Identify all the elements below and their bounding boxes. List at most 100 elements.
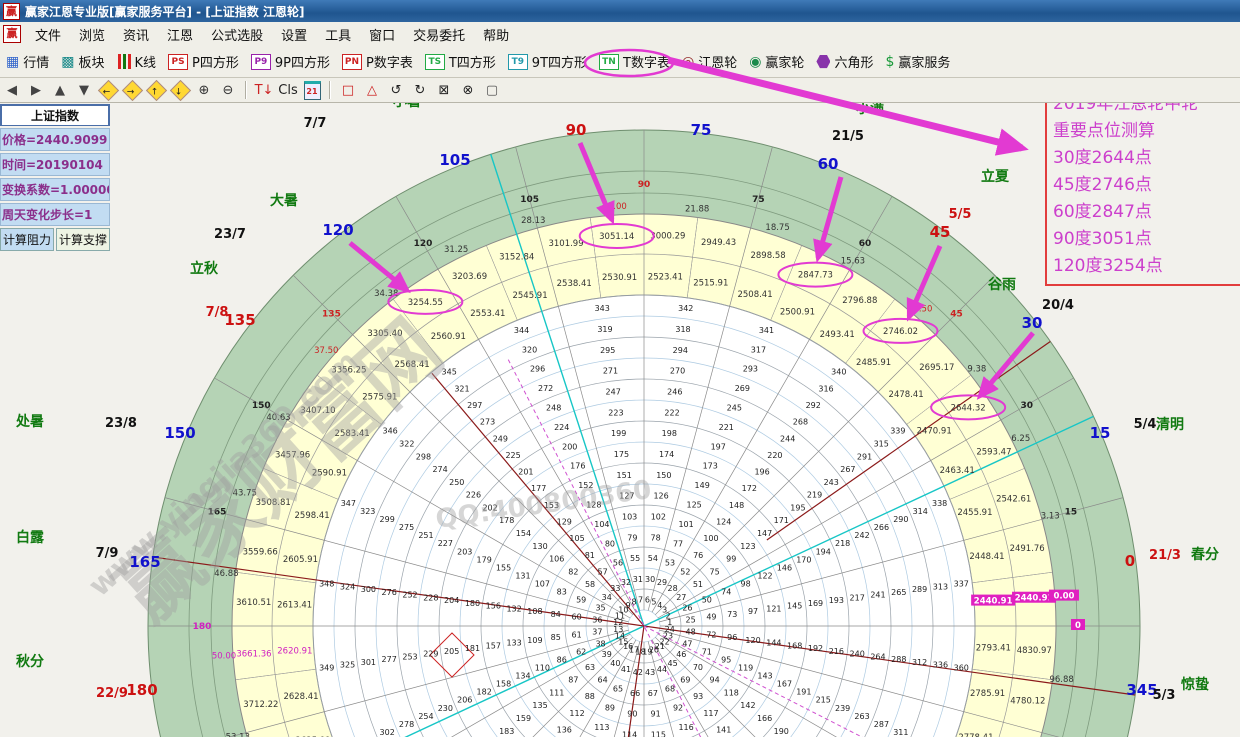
toolbar-button-winner-service[interactable]: $赢家服务 [879,50,956,73]
price-outer: 2542.61 [996,495,1031,505]
tool-nav-first[interactable]: ◀ [1,80,23,100]
gann-wheel-icon: ◎ [682,54,694,70]
toolbar-button-winner-wheel[interactable]: ◉赢家轮 [743,50,810,73]
spiral-number: 245 [727,403,742,412]
spiral-number: 315 [874,439,889,448]
toolbar-button-t-table[interactable]: TNT数字表 [593,50,676,73]
spiral-number: 320 [522,345,537,354]
spiral-number: 72 [706,630,716,639]
tool-draw-square[interactable]: □ [337,80,359,100]
spiral-number: 77 [673,539,683,548]
price-outer: 3610.51 [236,598,271,608]
annotation-line-6: 120度3254点 [1053,253,1240,280]
spiral-number: 135 [532,701,547,710]
tool-shrink[interactable]: ⊗ [457,80,479,100]
tool-shift-left[interactable]: ← [97,80,119,100]
tool-step-up[interactable]: ▲ [49,80,71,100]
toolbar-button-9p-square[interactable]: P99P四方形 [245,50,336,73]
tool-zoom-in[interactable]: ⊕ [193,80,215,100]
shift-right-icon: → [121,79,142,100]
price-inner: 2553.41 [470,309,505,319]
spiral-number: 191 [796,688,811,697]
price-outer: 3661.36 [236,649,271,659]
menu-item-9[interactable]: 帮助 [474,25,518,44]
spiral-number: 136 [557,725,572,734]
spiral-number: 129 [557,518,572,527]
p-square-icon: PS [168,54,188,70]
tool-draw-triangle[interactable]: △ [361,80,383,100]
toolbar-button-9t-square[interactable]: T99T四方形 [502,50,593,73]
toolbar-button-p-table[interactable]: PNP数字表 [336,50,419,73]
outer-label-21/5: 21/5 [832,129,864,144]
spiral-number: 217 [850,593,865,602]
tool-select-marquee[interactable]: ▢ [481,80,503,100]
spiral-number: 225 [505,451,520,460]
spiral-number: 224 [554,423,569,432]
menu-item-1[interactable]: 浏览 [70,25,114,44]
menu-item-8[interactable]: 交易委托 [404,25,474,44]
price-outer: 3203.69 [452,272,487,282]
tool-shift-right[interactable]: → [121,80,143,100]
spiral-number: 154 [516,529,531,538]
tool-delete-box[interactable]: ⊠ [433,80,455,100]
sectors-icon: ▩ [61,54,74,70]
menu-item-0[interactable]: 文件 [26,25,70,44]
toolbar-button-hexagon[interactable]: 六角形 [810,50,879,73]
spiral-number: 101 [678,520,693,529]
spiral-number: 40 [610,659,620,668]
spiral-number: 228 [423,593,438,602]
tool-updown-marker[interactable]: T↓ [253,80,275,100]
menu-item-5[interactable]: 设置 [272,25,316,44]
degree-label: 90 [638,180,651,190]
spiral-number: 248 [546,403,561,412]
tool-cls[interactable]: Cls [277,80,299,100]
menu-item-4[interactable]: 公式选股 [202,25,272,44]
panel-button-0[interactable]: 计算阻力 [0,228,54,251]
toolbar-label: P数字表 [366,52,413,71]
spiral-number: 131 [515,571,530,580]
spiral-number: 4 [657,601,662,610]
menu-item-3[interactable]: 江恩 [158,25,202,44]
menu-item-7[interactable]: 窗口 [360,25,404,44]
spiral-number: 134 [515,672,530,681]
toolbar-button-p-square[interactable]: PSP四方形 [162,50,245,73]
tool-calendar[interactable]: 21 [301,80,323,100]
spiral-number: 103 [622,512,637,521]
panel-button-1[interactable]: 计算支撑 [56,228,110,251]
spiral-number: 221 [719,423,734,432]
spiral-number: 159 [516,714,531,723]
tool-rotate-cw[interactable]: ↻ [409,80,431,100]
toolbar-button-gann-wheel[interactable]: ◎江恩轮 [676,50,743,73]
toolbar-button-t-square[interactable]: TST四方形 [419,50,502,73]
price-inner: 2605.91 [283,555,318,565]
tool-nav-last[interactable]: ▶ [25,80,47,100]
price-inner: 2493.41 [820,330,855,340]
spiral-number: 88 [585,692,595,701]
spiral-number: 197 [711,442,726,451]
tool-step-down[interactable]: ▼ [73,80,95,100]
spiral-number: 272 [538,384,553,393]
spiral-number: 171 [774,516,789,525]
menu-item-6[interactable]: 工具 [316,25,360,44]
spiral-number: 271 [603,367,618,376]
tool-zoom-out[interactable]: ⊖ [217,80,239,100]
tool-rotate-ccw[interactable]: ↺ [385,80,407,100]
menu-item-2[interactable]: 资讯 [114,25,158,44]
price-inner: 2448.41 [969,552,1004,562]
spiral-number: 360 [954,663,969,672]
toolbar-button-kline[interactable]: K线 [111,50,163,73]
spiral-number: 46 [676,650,686,659]
spiral-number: 105 [569,534,584,543]
outer-label-180: 180 [126,681,157,699]
outer-label-150: 150 [164,424,195,442]
tool-shift-up[interactable]: ↑ [145,80,167,100]
price-inner: 2530.91 [602,273,637,283]
spiral-number: 54 [648,554,658,563]
price-now-inner: 2440.91 [974,597,1013,607]
toolbar-button-quotes[interactable]: ▦行情 [0,50,55,73]
toolbar-button-sectors[interactable]: ▩板块 [55,50,110,73]
spiral-number: 113 [594,723,609,732]
tool-shift-down[interactable]: ↓ [169,80,191,100]
spiral-number: 45 [668,659,678,668]
spiral-number: 325 [340,661,355,670]
